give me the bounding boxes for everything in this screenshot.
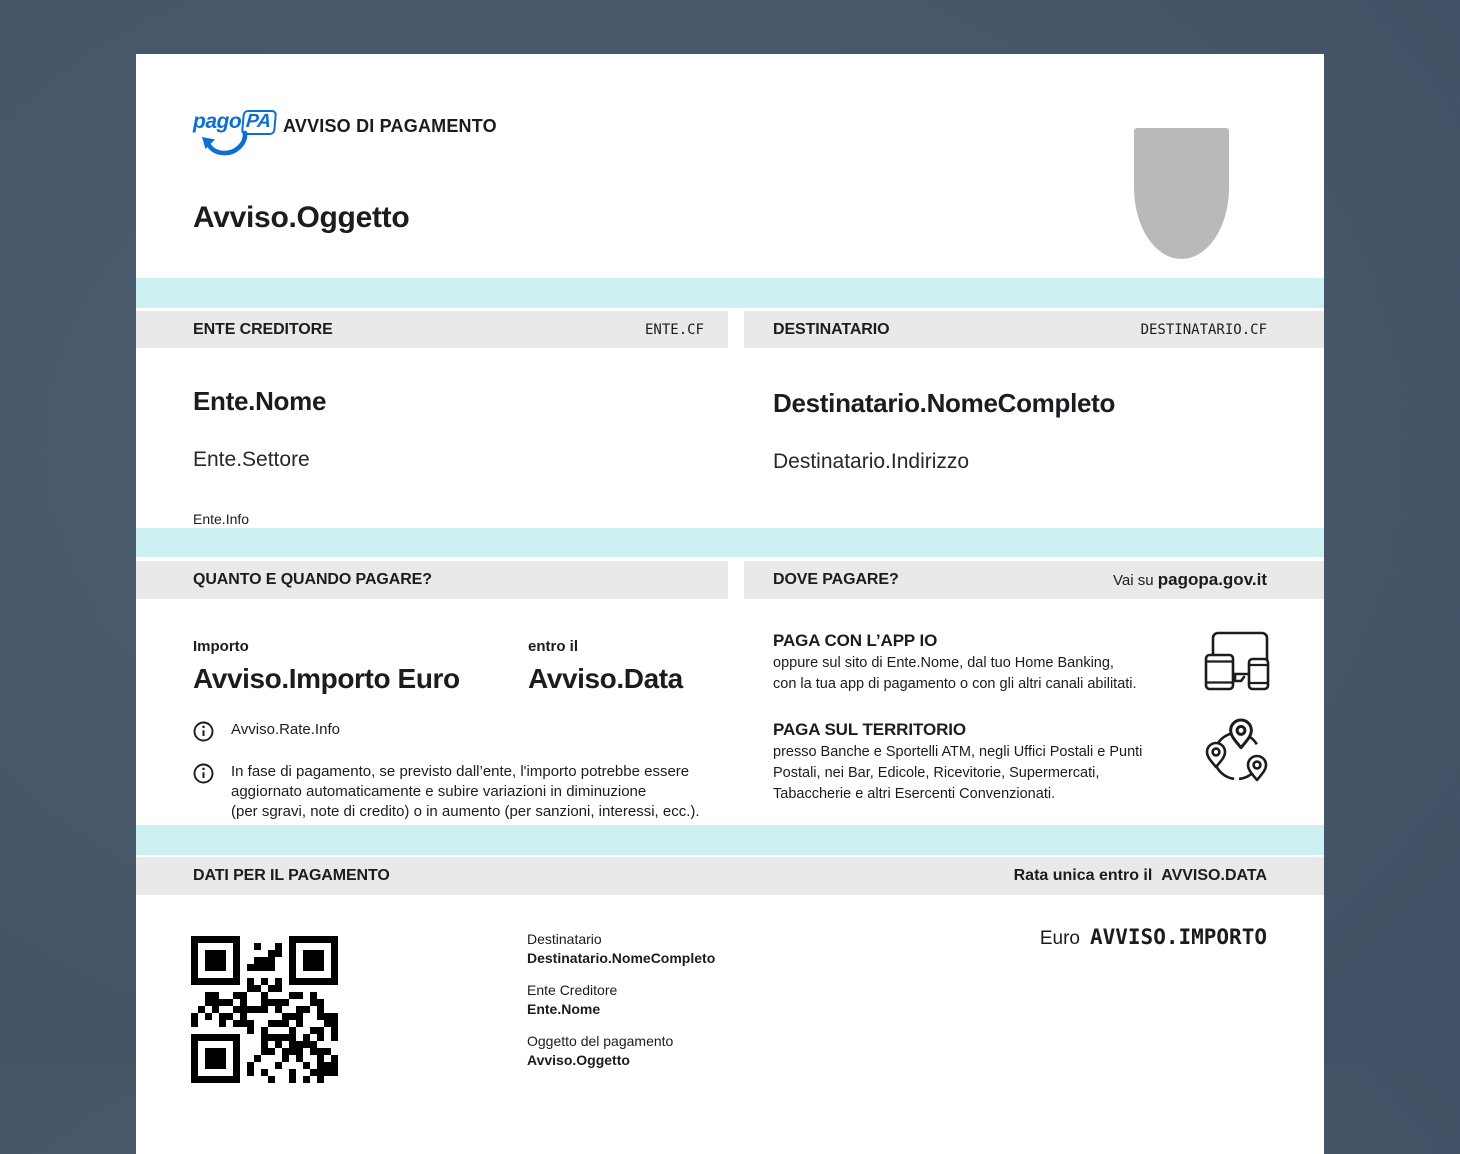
section-header-destinatario: DESTINATARIO DESTINATARIO.CF bbox=[744, 311, 1324, 348]
vai-su-link: Vai su pagopa.gov.it bbox=[1113, 570, 1267, 590]
note-line: aggiornato automaticamente e subire vari… bbox=[231, 782, 700, 802]
ente-nome: Ente.Nome bbox=[193, 386, 326, 417]
importo-value: Avviso.Importo Euro bbox=[193, 663, 460, 695]
entro-il-label: entro il bbox=[528, 638, 578, 655]
rata-label: Rata unica entro il bbox=[1014, 867, 1153, 884]
field-destinatario: Destinatario Destinatario.NomeCompleto bbox=[527, 930, 715, 968]
divider-band bbox=[136, 528, 1324, 557]
divider-band bbox=[136, 825, 1324, 855]
field-ente-creditore: Ente Creditore Ente.Nome bbox=[527, 981, 715, 1019]
field-label: Ente Creditore bbox=[527, 981, 715, 1000]
destinatario-nome-completo: Destinatario.NomeCompleto bbox=[773, 388, 1115, 419]
rate-info-text: Avviso.Rate.Info bbox=[231, 720, 340, 740]
euro-amount-value: AVVISO.IMPORTO bbox=[1090, 925, 1267, 949]
payment-summary-fields: Destinatario Destinatario.NomeCompleto E… bbox=[527, 930, 715, 1083]
pagopa-arrow-icon bbox=[199, 130, 251, 160]
rate-info-row: Avviso.Rate.Info bbox=[193, 720, 340, 742]
devices-icon bbox=[1204, 631, 1270, 691]
body-line: Tabaccherie e altri Esercenti Convenzion… bbox=[773, 784, 1142, 805]
paga-con-app-io-body: oppure sul sito di Ente.Nome, dal tuo Ho… bbox=[773, 653, 1137, 695]
euro-label: Euro bbox=[1040, 928, 1080, 949]
paga-sul-territorio-body: presso Banche e Sportelli ATM, negli Uff… bbox=[773, 742, 1142, 805]
section-header-ente-creditore: ENTE CREDITORE ENTE.CF bbox=[136, 311, 728, 348]
field-value: Destinatario.NomeCompleto bbox=[527, 949, 715, 968]
body-line: Postali, nei Bar, Edicole, Ricevitorie, … bbox=[773, 763, 1142, 784]
ente-settore: Ente.Settore bbox=[193, 448, 310, 472]
paga-con-app-io-title: PAGA CON L’APP IO bbox=[773, 631, 937, 651]
qr-code bbox=[191, 936, 338, 1083]
payment-notice-page: pagoPA AVVISO DI PAGAMENTO Avviso.Oggett… bbox=[136, 54, 1324, 1154]
destinatario-cf-value: DESTINATARIO.CF bbox=[1141, 322, 1267, 338]
importo-note-row: In fase di pagamento, se previsto dall’e… bbox=[193, 762, 700, 822]
territory-pins-icon bbox=[1200, 714, 1274, 788]
destinatario-title: DESTINATARIO bbox=[773, 321, 889, 339]
page-title: Avviso.Oggetto bbox=[193, 201, 409, 235]
field-label: Oggetto del pagamento bbox=[527, 1032, 715, 1051]
note-line: In fase di pagamento, se previsto dall’e… bbox=[231, 762, 700, 782]
vai-su-label: Vai su bbox=[1113, 572, 1154, 589]
pagopa-logo: pagoPA bbox=[193, 110, 273, 166]
dati-pagamento-title: DATI PER IL PAGAMENTO bbox=[193, 867, 390, 885]
body-line: con la tua app di pagamento o con gli al… bbox=[773, 674, 1137, 695]
info-icon bbox=[193, 763, 214, 784]
pagopa-gov-it-url: pagopa.gov.it bbox=[1158, 570, 1267, 589]
doc-type-heading: AVVISO DI PAGAMENTO bbox=[283, 116, 497, 137]
dove-title: DOVE PAGARE? bbox=[773, 571, 899, 589]
importo-label: Importo bbox=[193, 638, 249, 655]
rata-data-value: AVVISO.DATA bbox=[1161, 867, 1267, 884]
body-line: oppure sul sito di Ente.Nome, dal tuo Ho… bbox=[773, 653, 1137, 674]
section-header-dove: DOVE PAGARE? Vai su pagopa.gov.it bbox=[744, 561, 1324, 599]
info-icon bbox=[193, 721, 214, 742]
scadenza-value: Avviso.Data bbox=[528, 663, 683, 695]
field-value: Ente.Nome bbox=[527, 1000, 715, 1019]
ente-info: Ente.Info bbox=[193, 511, 249, 527]
destinatario-indirizzo: Destinatario.Indirizzo bbox=[773, 450, 969, 474]
ente-cf-value: ENTE.CF bbox=[645, 322, 704, 338]
divider-band bbox=[136, 278, 1324, 308]
rata-unica-text: Rata unica entro il AVVISO.DATA bbox=[1014, 867, 1267, 885]
paga-sul-territorio-title: PAGA SUL TERRITORIO bbox=[773, 720, 966, 740]
body-line: presso Banche e Sportelli ATM, negli Uff… bbox=[773, 742, 1142, 763]
amount-line: Euro AVVISO.IMPORTO bbox=[1040, 925, 1267, 950]
field-value: Avviso.Oggetto bbox=[527, 1051, 715, 1070]
section-header-quanto: QUANTO E QUANDO PAGARE? bbox=[136, 561, 728, 599]
quanto-title: QUANTO E QUANDO PAGARE? bbox=[193, 571, 432, 589]
note-line: (per sgravi, note di credito) o in aumen… bbox=[231, 802, 700, 822]
ente-creditore-title: ENTE CREDITORE bbox=[193, 321, 333, 339]
section-header-dati-pagamento: DATI PER IL PAGAMENTO Rata unica entro i… bbox=[136, 857, 1324, 895]
importo-note-text: In fase di pagamento, se previsto dall’e… bbox=[231, 762, 700, 822]
field-label: Destinatario bbox=[527, 930, 715, 949]
field-oggetto-pagamento: Oggetto del pagamento Avviso.Oggetto bbox=[527, 1032, 715, 1070]
ente-logo-placeholder bbox=[1134, 128, 1229, 259]
